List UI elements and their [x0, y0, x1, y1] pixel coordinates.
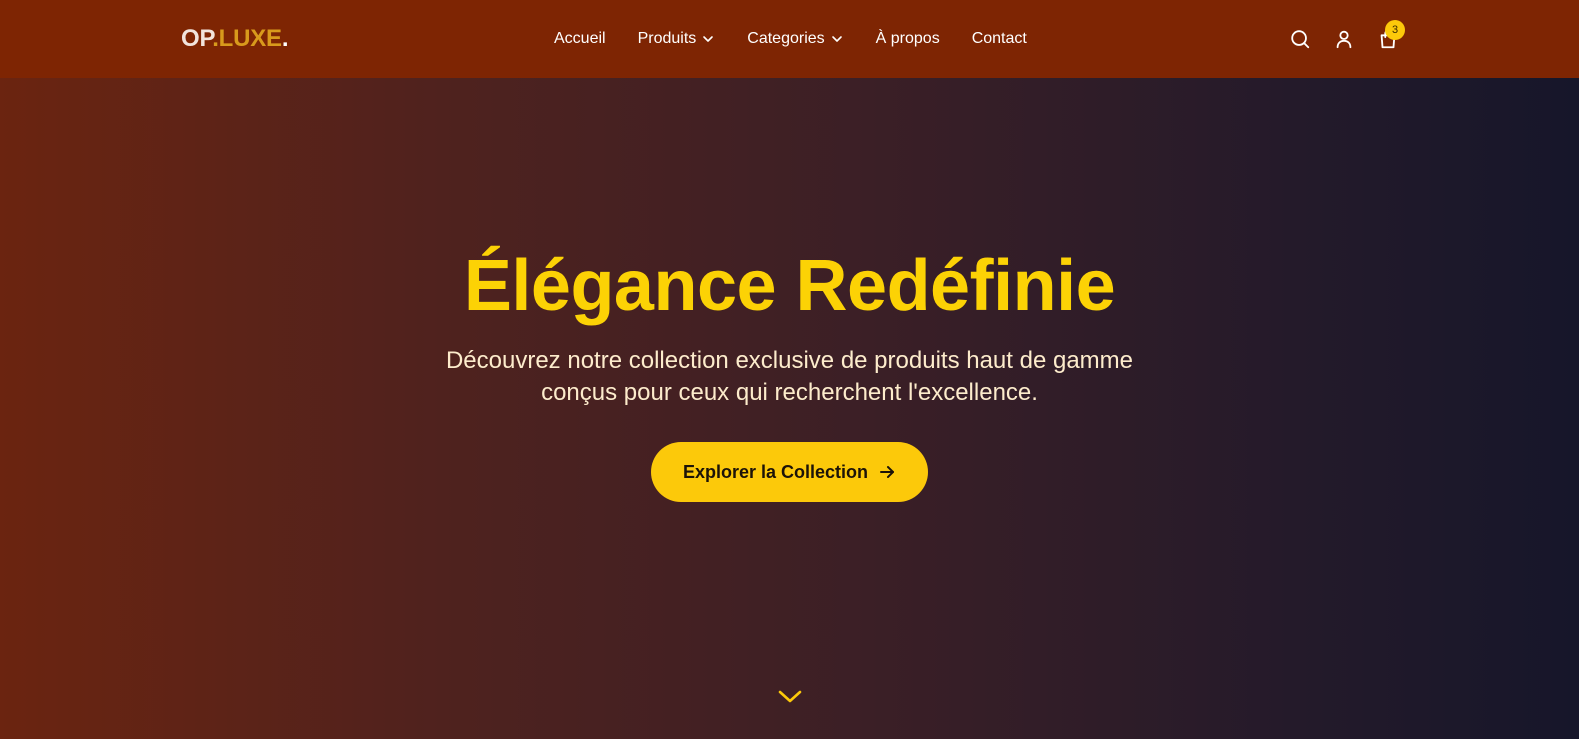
brand-logo-part3: . [281, 25, 289, 52]
brand-logo[interactable]: OP.LUXE. [181, 25, 289, 53]
nav-item-produits[interactable]: Produits [638, 29, 716, 49]
nav-item-label: Accueil [554, 30, 606, 47]
nav-item-label: Produits [637, 30, 697, 47]
hero-subtitle-line2: conçus pour ceux qui recherchent l'excel… [541, 379, 1038, 406]
nav-item-contact[interactable]: Contact [972, 29, 1027, 49]
search-icon [1291, 30, 1310, 49]
chevron-down-icon [778, 690, 802, 703]
page: OP.LUXE. Accueil Produits Categories À p… [0, 0, 1579, 739]
nav-item-label: Categories [747, 30, 825, 47]
hero-subtitle: Découvrez notre collection exclusive de … [0, 345, 1579, 409]
nav-item-label: À propos [875, 30, 940, 47]
cart-count-badge: 3 [1385, 20, 1405, 40]
chevron-down-icon [701, 32, 715, 46]
explore-collection-button[interactable]: Explorer la Collection [651, 442, 928, 502]
explore-collection-label: Explorer la Collection [682, 461, 869, 482]
site-header: OP.LUXE. Accueil Produits Categories À p… [0, 0, 1579, 78]
chevron-down-icon [830, 32, 844, 46]
hero-subtitle-line1: Découvrez notre collection exclusive de … [445, 347, 1134, 374]
scroll-down-button[interactable] [777, 686, 803, 708]
brand-logo-part1: OP [181, 25, 213, 52]
search-button[interactable] [1288, 27, 1312, 51]
arrow-right-icon [878, 463, 896, 481]
main-nav: Accueil Produits Categories À propos Con… [554, 29, 1027, 49]
brand-logo-part2: .LUXE [212, 25, 282, 52]
nav-item-a-propos[interactable]: À propos [876, 29, 940, 49]
hero-title: Élégance Redéfinie [463, 246, 1116, 326]
cart-button[interactable]: 3 [1376, 20, 1405, 51]
header-actions: 3 [1288, 20, 1405, 51]
account-button[interactable] [1332, 27, 1356, 51]
user-icon [1336, 30, 1352, 49]
nav-item-categories[interactable]: Categories [747, 29, 843, 49]
nav-item-label: Contact [971, 30, 1027, 47]
nav-item-accueil[interactable]: Accueil [554, 29, 606, 49]
